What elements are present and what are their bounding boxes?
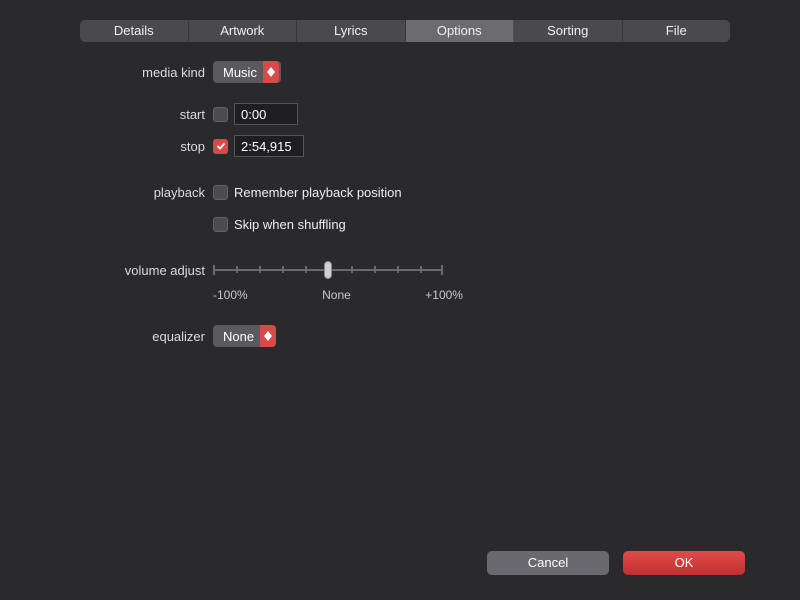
cancel-button[interactable]: Cancel [487,551,609,575]
stop-label: stop [0,139,213,154]
volume-max-label: +100% [425,288,463,302]
volume-slider-thumb[interactable] [324,261,332,279]
stop-checkbox[interactable] [213,139,228,154]
tab-bar: Details Artwork Lyrics Options Sorting F… [80,20,730,42]
stepper-arrows-icon [263,61,279,83]
tab-artwork[interactable]: Artwork [189,20,298,42]
tab-file[interactable]: File [623,20,731,42]
stop-time-input[interactable]: 2:54,915 [234,135,304,157]
media-kind-value: Music [223,65,263,80]
equalizer-label: equalizer [0,329,213,344]
ok-button[interactable]: OK [623,551,745,575]
volume-slider-scale: -100% None +100% [213,288,463,302]
options-form: media kind Music start 0:00 stop [0,60,800,356]
skip-shuffle-label: Skip when shuffling [234,217,346,232]
equalizer-value: None [223,329,260,344]
playback-label: playback [0,185,213,200]
volume-adjust-label: volume adjust [0,263,213,278]
start-time-input[interactable]: 0:00 [234,103,298,125]
tab-details[interactable]: Details [80,20,189,42]
remember-position-checkbox[interactable] [213,185,228,200]
remember-position-label: Remember playback position [234,185,402,200]
dialog-footer: Cancel OK [487,551,745,575]
start-checkbox[interactable] [213,107,228,122]
tab-lyrics[interactable]: Lyrics [297,20,406,42]
tab-sorting[interactable]: Sorting [514,20,623,42]
media-kind-label: media kind [0,65,213,80]
tab-options[interactable]: Options [406,20,515,42]
media-kind-dropdown[interactable]: Music [213,61,281,83]
volume-min-label: -100% [213,288,248,302]
start-label: start [0,107,213,122]
volume-mid-label: None [322,288,351,302]
skip-shuffle-checkbox[interactable] [213,217,228,232]
volume-adjust-slider[interactable] [213,259,443,281]
equalizer-dropdown[interactable]: None [213,325,276,347]
stepper-arrows-icon [260,325,276,347]
